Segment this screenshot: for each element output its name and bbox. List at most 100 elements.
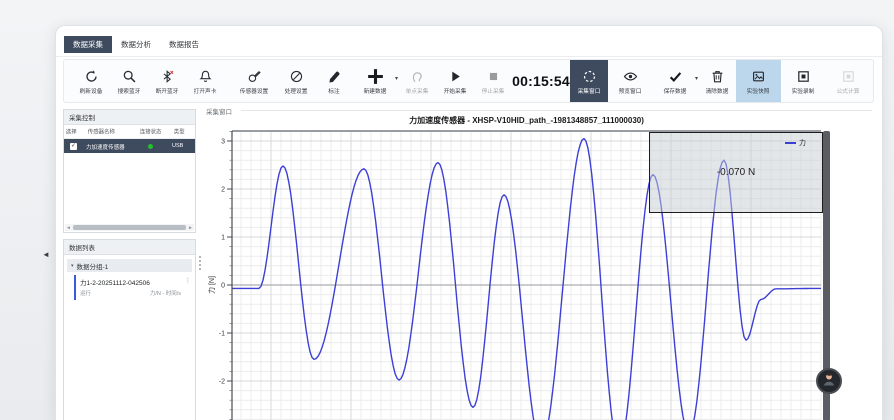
toolbar-button-process-settings[interactable]: 处理设置 [277,60,315,102]
data-group-row[interactable]: ▾ 数据分组-1 [67,259,192,272]
group-expand-caret-icon[interactable]: ▾ [71,263,74,269]
toolbar-button-preview-window[interactable]: 预览窗口 [608,60,653,102]
svg-text:1: 1 [221,234,225,241]
data-group-label: 数据分组-1 [77,261,109,271]
connection-status-dot [148,144,153,149]
chart-title: 力加速度传感器 - XHSP-V10HID_path_-1981348857_1… [232,115,821,126]
toolbar-button-experiment-record[interactable]: 实验录制 [781,60,826,102]
data-list-panel: 数据列表 ▾ 数据分组-1 力1-2-20251112-042506 运行 力/… [63,239,196,420]
toolbar-button-label: 停止采集 [482,86,505,95]
marker-icon [327,68,342,85]
toolbar-button-label: 刷新设备 [80,86,103,95]
refresh-icon [84,68,99,85]
toolbar-button-label: 清除数据 [706,86,729,95]
stop-icon [486,68,501,85]
toolbar-button-label: 搜索蓝牙 [118,86,141,95]
toolbar-button-label: 断开蓝牙 [156,86,179,95]
toolbar-button-label: 实验录制 [792,86,815,95]
bluetooth-disconnect-icon [160,68,175,85]
formula-icon [841,68,856,85]
eye-icon [623,68,638,85]
toolbar-button-label: 实验快照 [747,86,770,95]
column-header-2: 连接状态 [138,127,169,135]
svg-text:2: 2 [221,186,225,193]
toolbar-button-label: 开始采集 [444,86,467,95]
sidebar-collapse-arrow-icon[interactable]: ◄ [42,250,50,259]
legend-series-label: 力 [799,138,806,148]
dashed-circle-icon [582,68,597,85]
dial-icon [289,68,304,85]
play-icon [448,68,463,85]
main-toolbar: 刷新设备 搜索蓝牙 断开蓝牙 打开声卡 传感器设置 处理设置 标注 新建数据▾ 单点采集 开始采集… [63,59,874,103]
toolbar-button-label: 处理设置 [285,86,308,95]
column-header-0: 选择 [64,127,84,135]
tab-0[interactable]: 数据采集 [64,36,112,53]
trash-icon [710,68,725,85]
toolbar-button-refresh-device[interactable]: 刷新设备 [72,60,110,102]
data-list-item[interactable]: 力1-2-20251112-042506 运行 力/N - 时间/s ⋮ [74,275,192,300]
sensor-type: USB [172,143,195,149]
toolbar-button-label: 单点采集 [406,86,429,95]
bell-icon [198,68,213,85]
tab-1[interactable]: 数据分析 [112,36,160,53]
main-tabbar: 数据采集数据分析数据报告 [64,36,208,53]
svg-text:力 [N]: 力 [N] [207,276,216,294]
toolbar-button-label: 预览窗口 [619,86,642,95]
toolbar-button-disconnect-bluetooth[interactable]: 断开蓝牙 [148,60,186,102]
toolbar-button-collect-window[interactable]: 采集窗口 [570,60,608,102]
data-item-axes-label: 力/N - 时间/s [150,289,181,297]
toolbar-button-clear-data[interactable]: 清除数据 [698,60,736,102]
toolbar-button-label: 传感器设置 [240,86,269,95]
data-list-panel-title: 数据列表 [64,240,195,255]
svg-text:-1: -1 [219,330,225,337]
scroll-left-icon[interactable]: ◄ [65,225,72,230]
sensor-table-header: 选择传感器名称连接状态类型 [64,125,195,139]
user-avatar-icon [820,370,838,393]
chart-legend: 力 [785,138,806,148]
toolbar-button-formula-calc[interactable]: 公式计算 [826,60,871,102]
record-icon [796,68,811,85]
tab-2[interactable]: 数据报告 [160,36,208,53]
sensor-name: 力加速度传感器 [86,142,134,150]
toolbar-button-label: 新建数据 [364,86,387,95]
sensor-row-checkbox[interactable]: ✓ [70,143,77,150]
svg-text:0: 0 [221,282,225,289]
svg-text:-2: -2 [219,378,225,385]
data-item-status: 运行 [80,289,91,297]
toolbar-button-start-collect[interactable]: 开始采集 [436,60,474,102]
sensor-icon [247,68,262,85]
desktop-background: ◄ 数据采集数据分析数据报告 刷新设备 搜索蓝牙 断开蓝牙 打开声卡 传感器设置 处理设置… [0,0,894,420]
toolbar-button-label: 标注 [328,86,339,95]
toolbar-button-search-bluetooth[interactable]: 搜索蓝牙 [110,60,148,102]
toolbar-button-annotate[interactable]: 标注 [315,60,353,102]
toolbar-button-open-soundcard[interactable]: 打开声卡 [186,60,224,102]
scroll-right-icon[interactable]: ► [187,225,194,230]
plus-icon [366,68,385,85]
hand-icon [410,68,425,85]
collect-window-panel: 采集窗口 力加速度传感器 - XHSP-V10HID_path_-1981348… [203,104,874,420]
column-header-1: 传感器名称 [86,127,133,135]
sensor-table-row[interactable]: ✓ 力加速度传感器 USB [64,139,195,153]
toolbar-button-label: 公式计算 [837,86,860,95]
horizontal-scrollbar: ◄ ► [65,224,194,231]
toolbar-button-sensor-settings[interactable]: 传感器设置 [232,60,277,102]
toolbar-button-stop-collect[interactable]: 停止采集 [474,60,512,102]
toolbar-button-single-collect[interactable]: 单点采集 [398,60,436,102]
toolbar-button-new-data[interactable]: 新建数据▾ [353,60,398,102]
app-window: 数据采集数据分析数据报告 刷新设备 搜索蓝牙 断开蓝牙 打开声卡 传感器设置 处理设置 标注… [55,25,883,420]
floating-avatar-button[interactable] [816,368,842,394]
magnifier-icon [122,68,137,85]
svg-text:3: 3 [221,138,225,145]
collect-control-panel: 采集控制 选择传感器名称连接状态类型 ✓力加速度传感器USB ◄ ► [63,109,196,233]
toolbar-button-label: 保存数据 [664,86,687,95]
collect-timer: 00:15:54 [512,60,570,102]
scrollbar-thumb[interactable] [73,225,186,230]
item-menu-icon[interactable]: ⋮ [185,277,191,284]
annotation-value: -0.070 N [717,167,755,178]
toolbar-button-label: 打开声卡 [194,86,217,95]
tabbar-separator [56,56,882,57]
check-icon [668,68,683,85]
toolbar-button-experiment-snapshot[interactable]: 实验快照 [736,60,781,102]
toolbar-button-save-data[interactable]: 保存数据▾ [653,60,698,102]
toolbar-button-label: 采集窗口 [578,86,601,95]
